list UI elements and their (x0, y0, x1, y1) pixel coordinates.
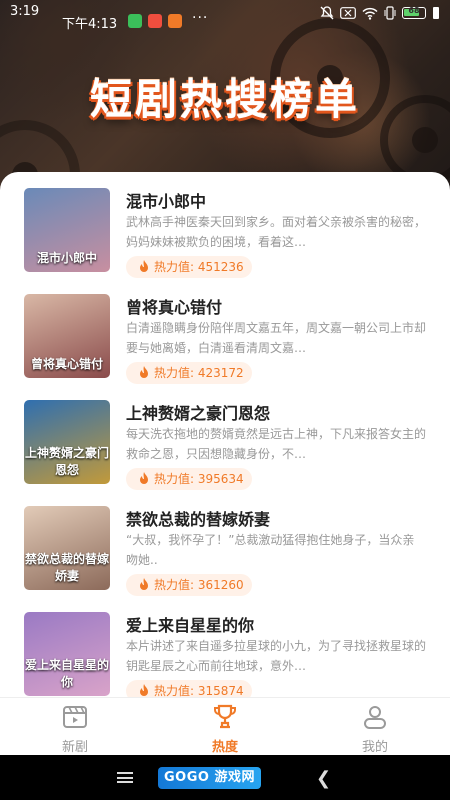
tab-label: 新剧 (61, 740, 88, 755)
menu-icon[interactable] (117, 772, 133, 783)
drama-title[interactable]: 爱上来自星星的你 (126, 612, 254, 636)
status-icons: 68 (320, 6, 440, 20)
status-time: 下午4:13 (62, 17, 118, 32)
back-icon[interactable]: ❮ (316, 768, 331, 789)
more-notifications-icon: ··· (192, 10, 209, 26)
cover-title-text: 禁欲总裁的替嫁娇妻 (24, 552, 109, 583)
list-item[interactable]: 曾将真心错付 曾将真心错付 白清遥隐瞒身份陪伴周文嘉五年，周文嘉一朝公司上市却要与她… (0, 294, 450, 400)
flame-icon (140, 684, 148, 696)
cover-title-text: 爱上来自星星的你 (24, 658, 109, 689)
notification-app-icon (128, 14, 142, 28)
vibrate-icon (384, 6, 396, 20)
heat-value: 热力值: 361260 (154, 578, 244, 592)
flame-icon (140, 578, 148, 590)
heat-badge: 热力值: 395634 (126, 468, 252, 490)
drama-description: 本片讲述了来自遥多拉星球的小九，为了寻找拯救星球的钥匙星辰之心而前往地球，意外… (126, 639, 426, 673)
flame-icon (140, 366, 148, 378)
battery-icon: 68 (402, 6, 426, 19)
tab-hot[interactable]: 热度 (185, 702, 265, 755)
cover-title-text: 混市小郎中 (36, 251, 97, 265)
drama-title[interactable]: 禁欲总裁的替嫁娇妻 (126, 506, 270, 530)
tab-new-drama[interactable]: 新剧 (35, 702, 115, 755)
film-icon (63, 706, 87, 728)
drama-cover-image[interactable]: 爱上来自星星的你 (24, 612, 110, 696)
sim-icon (340, 7, 356, 19)
app-root: 3:19 下午4:13 ··· 68 短剧热搜榜单 混市小郎中 混市小郎中 武林高手… (0, 0, 450, 800)
profile-icon (364, 706, 386, 729)
heat-badge: 热力值: 315874 (126, 680, 252, 697)
drama-title[interactable]: 混市小郎中 (126, 188, 206, 212)
heat-value: 热力值: 451236 (154, 260, 244, 274)
list-item[interactable]: 上神赘婿之豪门恩怨 上神赘婿之豪门恩怨 每天洗衣拖地的赘婿竟然是远古上神，下凡来报答… (0, 400, 450, 506)
charging-icon (433, 7, 439, 19)
heat-badge: 热力值: 451236 (126, 256, 252, 278)
tab-mine[interactable]: 我的 (335, 702, 415, 755)
status-time-secondary: 3:19 (10, 4, 40, 19)
battery-percent: 68 (408, 6, 420, 15)
heat-badge: 热力值: 361260 (126, 574, 252, 596)
system-navigation-bar: GOGO 游戏网 ❮ (0, 755, 450, 800)
drama-cover-image[interactable]: 上神赘婿之豪门恩怨 (24, 400, 110, 484)
drama-cover-image[interactable]: 禁欲总裁的替嫁娇妻 (24, 506, 110, 590)
notification-app-icon (148, 14, 162, 28)
cover-title-text: 曾将真心错付 (30, 357, 103, 371)
drama-description: 武林高手神医秦天回到家乡。面对着父亲被杀害的秘密，妈妈妹妹被欺负的困境，看着这… (126, 215, 426, 249)
cover-title-text: 上神赘婿之豪门恩怨 (24, 446, 109, 477)
drama-title[interactable]: 上神赘婿之豪门恩怨 (126, 400, 270, 424)
tab-label: 我的 (361, 740, 388, 755)
list-item[interactable]: 混市小郎中 混市小郎中 武林高手神医秦天回到家乡。面对着父亲被杀害的秘密，妈妈妹妹被… (0, 188, 450, 294)
flame-icon (140, 472, 148, 484)
bottom-navigation: 新剧 热度 我的 (0, 697, 450, 755)
drama-cover-image[interactable]: 曾将真心错付 (24, 294, 110, 378)
tab-label: 热度 (211, 740, 238, 755)
list-item[interactable]: 爱上来自星星的你 爱上来自星星的你 本片讲述了来自遥多拉星球的小九，为了寻找拯救星球… (0, 612, 450, 697)
status-bar: 3:19 下午4:13 ··· 68 (0, 0, 450, 40)
heat-value: 热力值: 423172 (154, 366, 244, 380)
mute-icon (320, 6, 334, 20)
watermark-logo: GOGO 游戏网 (158, 767, 261, 789)
drama-description: “大叔，我怀孕了！”总裁激动猛得抱住她身子，当众亲吻她.. (126, 533, 415, 567)
heat-badge: 热力值: 423172 (126, 362, 252, 384)
heat-value: 热力值: 395634 (154, 472, 244, 486)
ranking-list: 混市小郎中 混市小郎中 武林高手神医秦天回到家乡。面对着父亲被杀害的秘密，妈妈妹妹被… (0, 172, 450, 697)
heat-value: 热力值: 315874 (154, 684, 244, 697)
notification-app-icon (168, 14, 182, 28)
drama-description: 每天洗衣拖地的赘婿竟然是远古上神，下凡来报答女主的救命之恩，只因想隐藏身份，不… (126, 427, 426, 461)
drama-description: 白清遥隐瞒身份陪伴周文嘉五年，周文嘉一朝公司上市却要与她离婚，白清遥看清周文嘉… (126, 321, 426, 355)
wifi-icon (362, 7, 378, 20)
trophy-icon (214, 704, 236, 729)
list-item[interactable]: 禁欲总裁的替嫁娇妻 禁欲总裁的替嫁娇妻 “大叔，我怀孕了！”总裁激动猛得抱住她身子，… (0, 506, 450, 612)
page-title: 短剧热搜榜单 (89, 75, 360, 124)
drama-title[interactable]: 曾将真心错付 (126, 294, 222, 318)
flame-icon (140, 260, 148, 272)
drama-cover-image[interactable]: 混市小郎中 (24, 188, 110, 272)
